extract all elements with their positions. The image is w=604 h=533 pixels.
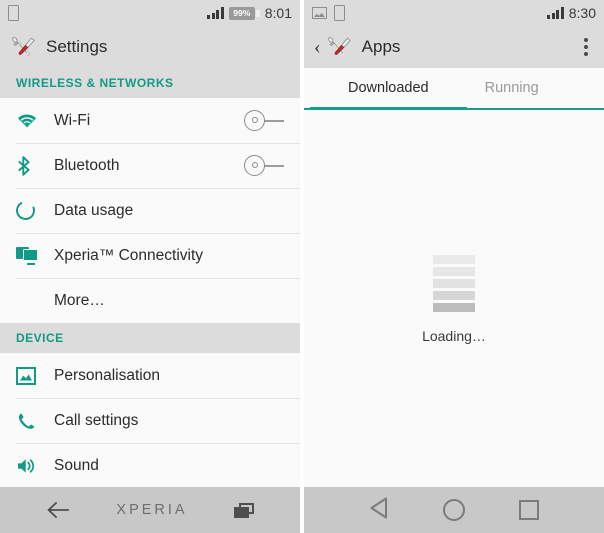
settings-row-wifi-label: Wi-Fi — [54, 111, 91, 129]
action-bar-left: Settings — [0, 26, 300, 68]
speaker-icon — [16, 457, 46, 475]
overflow-menu-icon[interactable] — [578, 32, 594, 62]
status-bar-right-notif-icons — [312, 5, 345, 21]
sim-card-icon — [334, 5, 345, 21]
loading-label: Loading… — [422, 328, 486, 344]
status-bar-left-icons — [8, 5, 19, 21]
loading-bars-icon — [433, 255, 475, 312]
image-icon — [16, 366, 46, 385]
settings-row-bluetooth[interactable]: Bluetooth — [0, 143, 300, 188]
settings-row-xperia-connectivity-label: Xperia™ Connectivity — [54, 246, 204, 264]
status-bar-clock-left: 8:01 — [264, 5, 292, 21]
page-title: Apps — [361, 37, 401, 56]
action-bar-right: ‹ Apps — [304, 26, 604, 68]
settings-row-personalisation-label: Personalisation — [54, 366, 160, 384]
settings-row-sound[interactable]: Sound — [0, 443, 300, 488]
settings-screen: 99% 8:01 Settings WIRELESS & NETWORKS Wi… — [0, 0, 300, 533]
settings-row-sound-label: Sound — [54, 456, 99, 474]
dual-screenshot-container: 99% 8:01 Settings WIRELESS & NETWORKS Wi… — [0, 0, 604, 533]
tab-running-label: Running — [484, 80, 539, 96]
tools-icon — [326, 35, 352, 59]
section-header-wireless: WIRELESS & NETWORKS — [0, 68, 300, 98]
page-title: Settings — [46, 37, 108, 56]
chevron-left-icon[interactable]: ‹ — [314, 37, 321, 57]
tools-icon — [10, 35, 36, 59]
settings-row-xperia-connectivity[interactable]: Xperia™ Connectivity — [0, 233, 300, 278]
apps-tab-bar: Downloaded Running — [304, 68, 604, 110]
tab-running[interactable]: Running — [467, 68, 557, 108]
status-bar-right-icons: 99% 8:01 — [207, 5, 292, 21]
nav-bar-right — [304, 487, 604, 533]
settings-row-call-settings[interactable]: Call settings — [0, 398, 300, 443]
image-icon — [312, 7, 327, 19]
signal-icon — [207, 7, 224, 19]
tab-downloaded[interactable]: Downloaded — [310, 68, 467, 110]
section-header-device-label: DEVICE — [16, 331, 64, 345]
triangle-back-icon[interactable] — [369, 497, 389, 524]
bluetooth-icon — [16, 155, 46, 176]
battery-cap — [255, 9, 260, 17]
apps-content-area: Loading… — [304, 110, 604, 489]
section-header-wireless-label: WIRELESS & NETWORKS — [16, 76, 174, 90]
nav-bar-left: XPERIA — [0, 487, 300, 533]
settings-row-bluetooth-label: Bluetooth — [54, 156, 120, 174]
signal-icon — [547, 7, 564, 19]
status-bar-right: 8:30 — [304, 0, 604, 26]
square-recents-icon[interactable] — [519, 500, 539, 520]
bluetooth-toggle-switch[interactable] — [244, 154, 286, 177]
section-header-device: DEVICE — [0, 323, 300, 353]
recents-icon[interactable] — [233, 502, 254, 518]
settings-row-data-usage-label: Data usage — [54, 201, 134, 219]
settings-row-call-settings-label: Call settings — [54, 411, 139, 429]
xperia-connectivity-icon — [16, 246, 46, 265]
phone-icon — [16, 411, 46, 431]
apps-screen: 8:30 ‹ Apps Downloaded Running Loading… — [304, 0, 604, 533]
wifi-icon — [16, 113, 46, 129]
settings-row-more-label: More… — [54, 291, 105, 309]
settings-row-more[interactable]: More… — [0, 278, 300, 323]
data-usage-icon — [13, 198, 46, 223]
status-bar-right-system-icons: 8:30 — [547, 5, 596, 21]
settings-row-data-usage[interactable]: Data usage — [0, 188, 300, 233]
xperia-brand-label: XPERIA — [116, 502, 188, 518]
status-bar-left: 99% 8:01 — [0, 0, 300, 26]
battery-percent-label: 99% — [228, 6, 255, 20]
back-arrow-icon[interactable] — [46, 501, 70, 519]
battery-charging-icon: 99% — [228, 6, 260, 20]
tab-downloaded-label: Downloaded — [348, 80, 429, 96]
settings-list: WIRELESS & NETWORKS Wi-Fi Bluetooth Data… — [0, 68, 300, 488]
settings-row-wifi[interactable]: Wi-Fi — [0, 98, 300, 143]
status-bar-clock-right: 8:30 — [568, 5, 596, 21]
circle-home-icon[interactable] — [443, 499, 465, 521]
sim-card-icon — [8, 5, 19, 21]
wifi-toggle-switch[interactable] — [244, 109, 286, 132]
settings-row-personalisation[interactable]: Personalisation — [0, 353, 300, 398]
